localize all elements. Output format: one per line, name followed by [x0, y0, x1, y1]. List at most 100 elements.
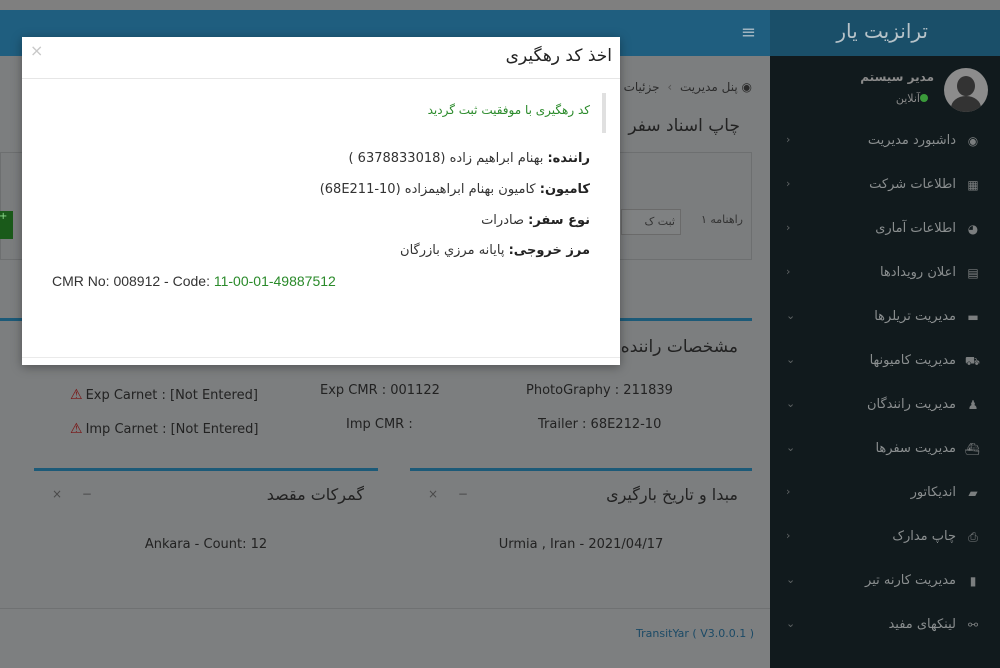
chevron-icon: ⌄	[786, 573, 796, 586]
hamburger-menu-icon[interactable]: ≡	[741, 22, 756, 43]
print-icon: ⎙	[968, 530, 978, 544]
breadcrumb-current: جزئیات	[623, 80, 660, 94]
file-icon: ▮	[969, 574, 977, 588]
sidebar-item[interactable]: ▦ اطلاعات شرکت ‹	[770, 164, 1000, 208]
sidebar-item-label: اطلاعات آماری	[875, 221, 956, 236]
sidebar-item-label: چاپ مدارک	[892, 529, 956, 544]
driver-section-title: مشخصات راننده	[620, 337, 738, 357]
exp-carnet: ⚠ Exp Carnet : [Not Entered]	[70, 387, 258, 403]
pie-chart-icon: ◕	[967, 222, 979, 236]
chevron-icon: ⌄	[786, 441, 796, 454]
breadcrumb-home[interactable]: پنل مدیریت	[680, 80, 738, 94]
tab-register[interactable]: ثبت ک	[621, 209, 681, 235]
sidebar-item[interactable]: ♟ مدیریت رانندگان ⌄	[770, 384, 1000, 428]
sidebar-item[interactable]: ▮ مدیریت کارنه تیر ⌄	[770, 560, 1000, 604]
chevron-icon: ⌄	[786, 617, 796, 630]
driver-info-label: راننده:	[547, 151, 590, 166]
customs-panel-title: گمرکات مقصد	[266, 485, 364, 504]
link-icon: ⚯	[967, 618, 979, 632]
brand-logo[interactable]: ترانزیت یار	[770, 10, 1000, 56]
customs-panel: گمرکات مقصد × − Ankara - Count: 12	[34, 468, 378, 572]
bus-icon: ⛴	[964, 442, 980, 456]
sidebar-item-label: اطلاعات شرکت	[869, 177, 956, 192]
sidebar-item[interactable]: ▬ مدیریت تریلرها ⌄	[770, 296, 1000, 340]
sidebar-item-label: اندیکاتور	[910, 485, 956, 500]
photography: PhotoGraphy : 211839	[526, 383, 673, 398]
origin-panel-body: Urmia , Iran - 2021/04/17	[498, 537, 664, 552]
trip-type-value: صادرات	[481, 213, 524, 228]
calendar-icon: ▤	[967, 266, 979, 280]
trip-type-label: نوع سفر:	[528, 213, 590, 228]
tracking-code-modal: اخذ کد رهگیری × کد رهگیری با موفقیت ثبت …	[22, 37, 620, 365]
driver-icon: ♟	[967, 398, 979, 412]
dashboard-icon: ◉	[967, 134, 979, 148]
sidebar-item-label: مدیریت رانندگان	[866, 397, 956, 412]
sidebar-item[interactable]: ◉ داشبورد مدیریت ‹	[770, 120, 1000, 164]
chevron-icon: ‹	[786, 221, 791, 234]
trip-type-info: نوع سفر: صادرات	[481, 213, 590, 228]
breadcrumb-separator: ›	[667, 80, 673, 94]
sidebar-item[interactable]: ⛴ مدیریت سفرها ⌄	[770, 428, 1000, 472]
customs-panel-body: Ankara - Count: 12	[144, 537, 268, 552]
chevron-icon: ⌄	[786, 309, 796, 322]
modal-footer	[22, 357, 620, 365]
sidebar-item[interactable]: ⎙ چاپ مدارک ‹	[770, 516, 1000, 560]
sidebar-item[interactable]: ◕ اطلاعات آماری ‹	[770, 208, 1000, 252]
trailer-icon: ▬	[967, 310, 979, 324]
trailer: Trailer : 68E212-10	[538, 417, 662, 432]
exp-cmr: Exp CMR : 001122	[320, 383, 440, 398]
border-info-value: پایانه مرزي بازرگان	[400, 243, 505, 258]
tab-guide-1[interactable]: راهنامه ۱	[701, 213, 743, 226]
sidebar-item[interactable]: ⛟ مدیریت کامیونها ⌄	[770, 340, 1000, 384]
user-name: مدیر سیستم	[860, 70, 934, 84]
chevron-icon: ‹	[786, 485, 791, 498]
panel-controls[interactable]: × −	[428, 487, 476, 501]
chevron-icon: ⌄	[786, 353, 796, 366]
sidebar-item-label: لینکهای مفید	[888, 617, 956, 632]
breadcrumb: ◉ پنل مدیریت › جزئیات	[624, 80, 752, 94]
footer: TransitYar ( V3.0.0.1 )	[0, 608, 770, 668]
panel-controls[interactable]: × −	[52, 487, 100, 501]
user-status-label: آنلاین	[895, 92, 920, 105]
version-label: TransitYar ( V3.0.0.1 )	[636, 627, 754, 640]
home-icon: ◉	[741, 80, 752, 94]
truck-icon: ⛟	[964, 354, 980, 368]
border-info-label: مرز خروجی:	[508, 243, 590, 258]
avatar	[944, 68, 988, 112]
sidebar-item-label: مدیریت کارنه تیر	[865, 573, 956, 588]
chevron-icon: ‹	[786, 133, 791, 146]
origin-panel: مبدا و تاریخ بارگیری × − Urmia , Iran - …	[410, 468, 752, 572]
cmr-code-line: CMR No: 008912 - Code: 11-00-01-49887512	[52, 273, 336, 289]
exp-carnet-label: Exp Carnet : [Not Entered]	[85, 388, 258, 403]
success-alert: کد رهگیری با موفقیت ثبت گردید	[366, 93, 606, 133]
chevron-icon: ‹	[786, 529, 791, 542]
sidebar-item[interactable]: ⚯ لینکهای مفید ⌄	[770, 604, 1000, 648]
sidebar-item-label: مدیریت تریلرها	[874, 309, 956, 324]
chevron-icon: ‹	[786, 265, 791, 278]
page-title: چاپ اسناد سفر	[628, 116, 740, 136]
cmr-prefix: CMR No: 008912 - Code:	[52, 273, 214, 289]
sidebar: مدیر سیستم آنلاین ◉ داشبورد مدیریت ‹ ▦ اطلاع…	[770, 56, 1000, 668]
truck-info-value: کامیون بهنام ابراهیمزاده (68E211-10)	[319, 182, 536, 197]
building-icon: ▦	[967, 178, 979, 192]
warning-icon: ⚠	[70, 387, 83, 403]
sidebar-item[interactable]: ▰ اندیکاتور ‹	[770, 472, 1000, 516]
border-info: مرز خروجی: پایانه مرزي بازرگان	[400, 243, 590, 258]
imp-cmr: Imp CMR :	[346, 417, 413, 432]
origin-panel-title: مبدا و تاریخ بارگیری	[606, 485, 738, 504]
sidebar-item-label: مدیریت سفرها	[875, 441, 956, 456]
warning-icon: ⚠	[70, 421, 83, 437]
sidebar-item-label: اعلان رویدادها	[879, 265, 956, 280]
user-panel: مدیر سیستم آنلاین	[782, 66, 988, 126]
tracking-code: 11-00-01-49887512	[213, 273, 336, 289]
user-status: آنلاین	[896, 92, 934, 105]
chevron-icon: ⌄	[786, 397, 796, 410]
sidebar-item-label: داشبورد مدیریت	[867, 133, 956, 148]
imp-carnet: ⚠ Imp Carnet : [Not Entered]	[70, 421, 259, 437]
add-button[interactable]: +	[0, 211, 13, 239]
sidebar-item[interactable]: ▤ اعلان رویدادها ‹	[770, 252, 1000, 296]
close-icon[interactable]: ×	[30, 41, 43, 60]
modal-title: اخذ کد رهگیری	[505, 46, 612, 66]
imp-carnet-label: Imp Carnet : [Not Entered]	[85, 422, 259, 437]
sidebar-menu: ◉ داشبورد مدیریت ‹ ▦ اطلاعات شرکت ‹ ◕ اطلاعات آ…	[770, 120, 1000, 648]
